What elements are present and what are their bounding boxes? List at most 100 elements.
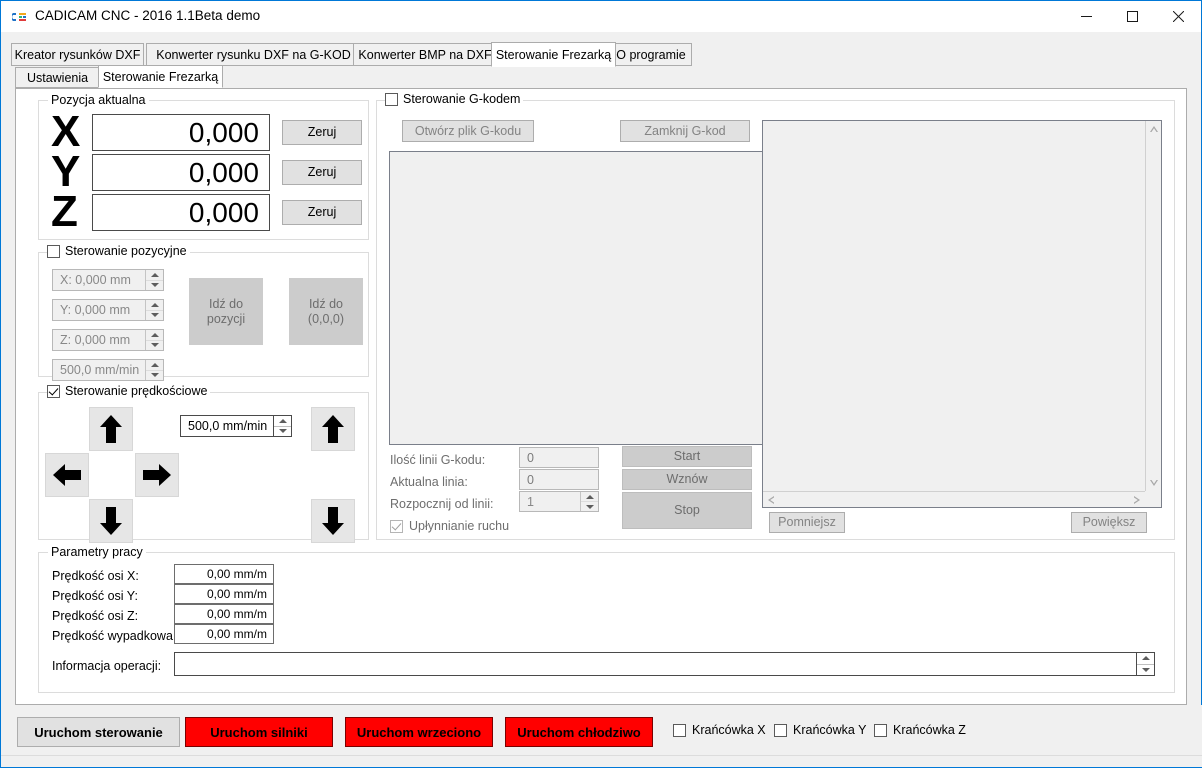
jog-feed-input[interactable]: 500,0 mm/min <box>180 415 292 437</box>
label-uplynnianie-ruchu: Upłynnianie ruchu <box>409 519 510 533</box>
jog-x-minus-button[interactable] <box>45 453 89 497</box>
jog-y-minus-button[interactable] <box>89 499 133 543</box>
gcode-listing[interactable] <box>389 151 768 445</box>
tab-label: Konwerter rysunku DXF na G-KOD <box>156 47 351 62</box>
subtab-label: Ustawienia <box>26 70 89 85</box>
subtab-ustawienia[interactable]: Ustawienia <box>15 67 100 88</box>
start-coolant-button[interactable]: Uruchom chłodziwo <box>505 717 653 747</box>
stepper-down-icon[interactable] <box>146 279 163 291</box>
stepper-down-icon[interactable] <box>146 309 163 321</box>
checkbox-krancowka-y[interactable] <box>774 723 787 737</box>
operation-info-stepper[interactable] <box>1136 653 1154 675</box>
goto-feed-input[interactable]: 500,0 mm/min <box>52 359 164 381</box>
checkbox-krancowka-z[interactable] <box>874 723 887 737</box>
checkbox-krancowka-x[interactable] <box>673 723 686 737</box>
zoom-in-label: Powiększ <box>1082 515 1136 529</box>
stepper-down-icon[interactable] <box>146 339 163 351</box>
goto-y-stepper[interactable] <box>145 300 163 320</box>
checkbox-sterowanie-pozycyjne[interactable] <box>47 244 60 258</box>
start-from-line-input[interactable]: 1 <box>519 491 599 512</box>
start-motors-button[interactable]: Uruchom silniki <box>185 717 333 747</box>
gcode-preview-canvas[interactable] <box>762 120 1162 508</box>
start-control-button[interactable]: Uruchom sterowanie <box>17 717 180 747</box>
start-label: Start <box>673 449 701 463</box>
scroll-left-icon[interactable] <box>763 492 779 508</box>
goto-feed-stepper[interactable] <box>145 360 163 380</box>
stepper-up-icon[interactable] <box>146 300 163 310</box>
endstop-z-toggle[interactable]: Krańcówka Z <box>874 723 966 737</box>
zero-x-label: Zeruj <box>307 125 337 139</box>
goto-origin-button[interactable]: Idź do (0,0,0) <box>289 278 363 345</box>
goto-x-stepper[interactable] <box>145 270 163 290</box>
jog-z-minus-button[interactable] <box>311 499 355 543</box>
zero-x-button[interactable]: Zeruj <box>282 120 362 145</box>
jog-x-plus-button[interactable] <box>135 453 179 497</box>
checkbox-uplynnianie-ruchu[interactable] <box>390 519 403 533</box>
close-button[interactable] <box>1155 1 1201 32</box>
uplynnianie-ruchu-toggle[interactable]: Upłynnianie ruchu <box>390 519 509 533</box>
checkbox-sterowanie-predkosciowe[interactable] <box>47 384 60 398</box>
jog-feed-stepper[interactable] <box>273 416 291 436</box>
zero-z-label: Zeruj <box>307 205 337 219</box>
tab-konwerter-bmp-dxf[interactable]: Konwerter BMP na DXF <box>353 43 497 66</box>
start-from-line-stepper[interactable] <box>580 492 598 511</box>
minimize-button[interactable] <box>1063 1 1109 32</box>
jog-z-plus-button[interactable] <box>311 407 355 451</box>
maximize-button[interactable] <box>1109 1 1155 32</box>
stepper-up-icon[interactable] <box>146 330 163 340</box>
scroll-down-icon[interactable] <box>1146 475 1162 491</box>
subtab-sterowanie-frezarka[interactable]: Sterowanie Frezarką <box>98 65 223 88</box>
start-spindle-button[interactable]: Uruchom wrzeciono <box>345 717 493 747</box>
close-gcode-button[interactable]: Zamknij G-kod <box>620 120 750 142</box>
stepper-down-icon[interactable] <box>581 501 598 511</box>
zoom-out-button[interactable]: Pomniejsz <box>769 512 845 533</box>
preview-hscrollbar[interactable] <box>763 491 1145 507</box>
scroll-up-icon[interactable] <box>1146 121 1162 137</box>
stepper-down-icon[interactable] <box>146 369 163 381</box>
goto-position-button[interactable]: Idź do pozycji <box>189 278 263 345</box>
tab-konwerter-dxf-gkod[interactable]: Konwerter rysunku DXF na G-KOD <box>146 43 361 66</box>
goto-feed-value: 500,0 mm/min <box>60 363 140 377</box>
tab-sterowanie-frezarka[interactable]: Sterowanie Frezarką <box>491 42 616 67</box>
operation-info-input[interactable] <box>174 652 1155 676</box>
zero-y-button[interactable]: Zeruj <box>282 160 362 185</box>
sterowanie-gkodem-toggle[interactable]: Sterowanie G-kodem <box>385 92 524 106</box>
endstop-y-toggle[interactable]: Krańcówka Y <box>774 723 866 737</box>
goto-y-input[interactable]: Y: 0,000 mm <box>52 299 164 321</box>
endstop-x-toggle[interactable]: Krańcówka X <box>673 723 766 737</box>
zero-z-button[interactable]: Zeruj <box>282 200 362 225</box>
resume-button[interactable]: Wznów <box>622 469 752 490</box>
stepper-down-icon[interactable] <box>1137 663 1154 676</box>
stepper-up-icon[interactable] <box>581 492 598 501</box>
goto-z-stepper[interactable] <box>145 330 163 350</box>
jog-y-plus-button[interactable] <box>89 407 133 451</box>
tab-label: Konwerter BMP na DXF <box>358 47 492 62</box>
preview-vscrollbar[interactable] <box>1145 121 1161 491</box>
stepper-up-icon[interactable] <box>146 270 163 280</box>
tab-kreator-dxf[interactable]: Kreator rysunków DXF <box>11 43 144 66</box>
start-button[interactable]: Start <box>622 446 752 467</box>
close-icon <box>1172 11 1184 22</box>
open-gcode-button[interactable]: Otwórz plik G-kodu <box>402 120 534 142</box>
endstop-y-label: Krańcówka Y <box>793 723 867 737</box>
stepper-up-icon[interactable] <box>146 360 163 370</box>
scroll-right-icon[interactable] <box>1129 492 1145 508</box>
goto-x-input[interactable]: X: 0,000 mm <box>52 269 164 291</box>
status-bar <box>1 755 1202 767</box>
zoom-in-button[interactable]: Powiększ <box>1071 512 1147 533</box>
axis-label-z: Z <box>51 187 78 236</box>
goto-z-input[interactable]: Z: 0,000 mm <box>52 329 164 351</box>
endstop-x-label: Krańcówka X <box>692 723 766 737</box>
app-icon <box>10 9 28 25</box>
sterowanie-pozycyjne-toggle[interactable]: Sterowanie pozycyjne <box>47 244 190 258</box>
stepper-up-icon[interactable] <box>1137 653 1154 664</box>
sterowanie-predkosciowe-toggle[interactable]: Sterowanie prędkościowe <box>47 384 211 398</box>
label-informacja-operacji: Informacja operacji: <box>52 659 162 673</box>
stop-button[interactable]: Stop <box>622 492 752 529</box>
checkbox-sterowanie-gkodem[interactable] <box>385 92 398 106</box>
stepper-down-icon[interactable] <box>274 425 291 437</box>
close-gcode-label: Zamknij G-kod <box>644 123 726 138</box>
tab-label: Sterowanie Frezarką <box>495 47 612 62</box>
stepper-up-icon[interactable] <box>274 416 291 426</box>
tab-o-programie[interactable]: O programie <box>610 43 692 66</box>
